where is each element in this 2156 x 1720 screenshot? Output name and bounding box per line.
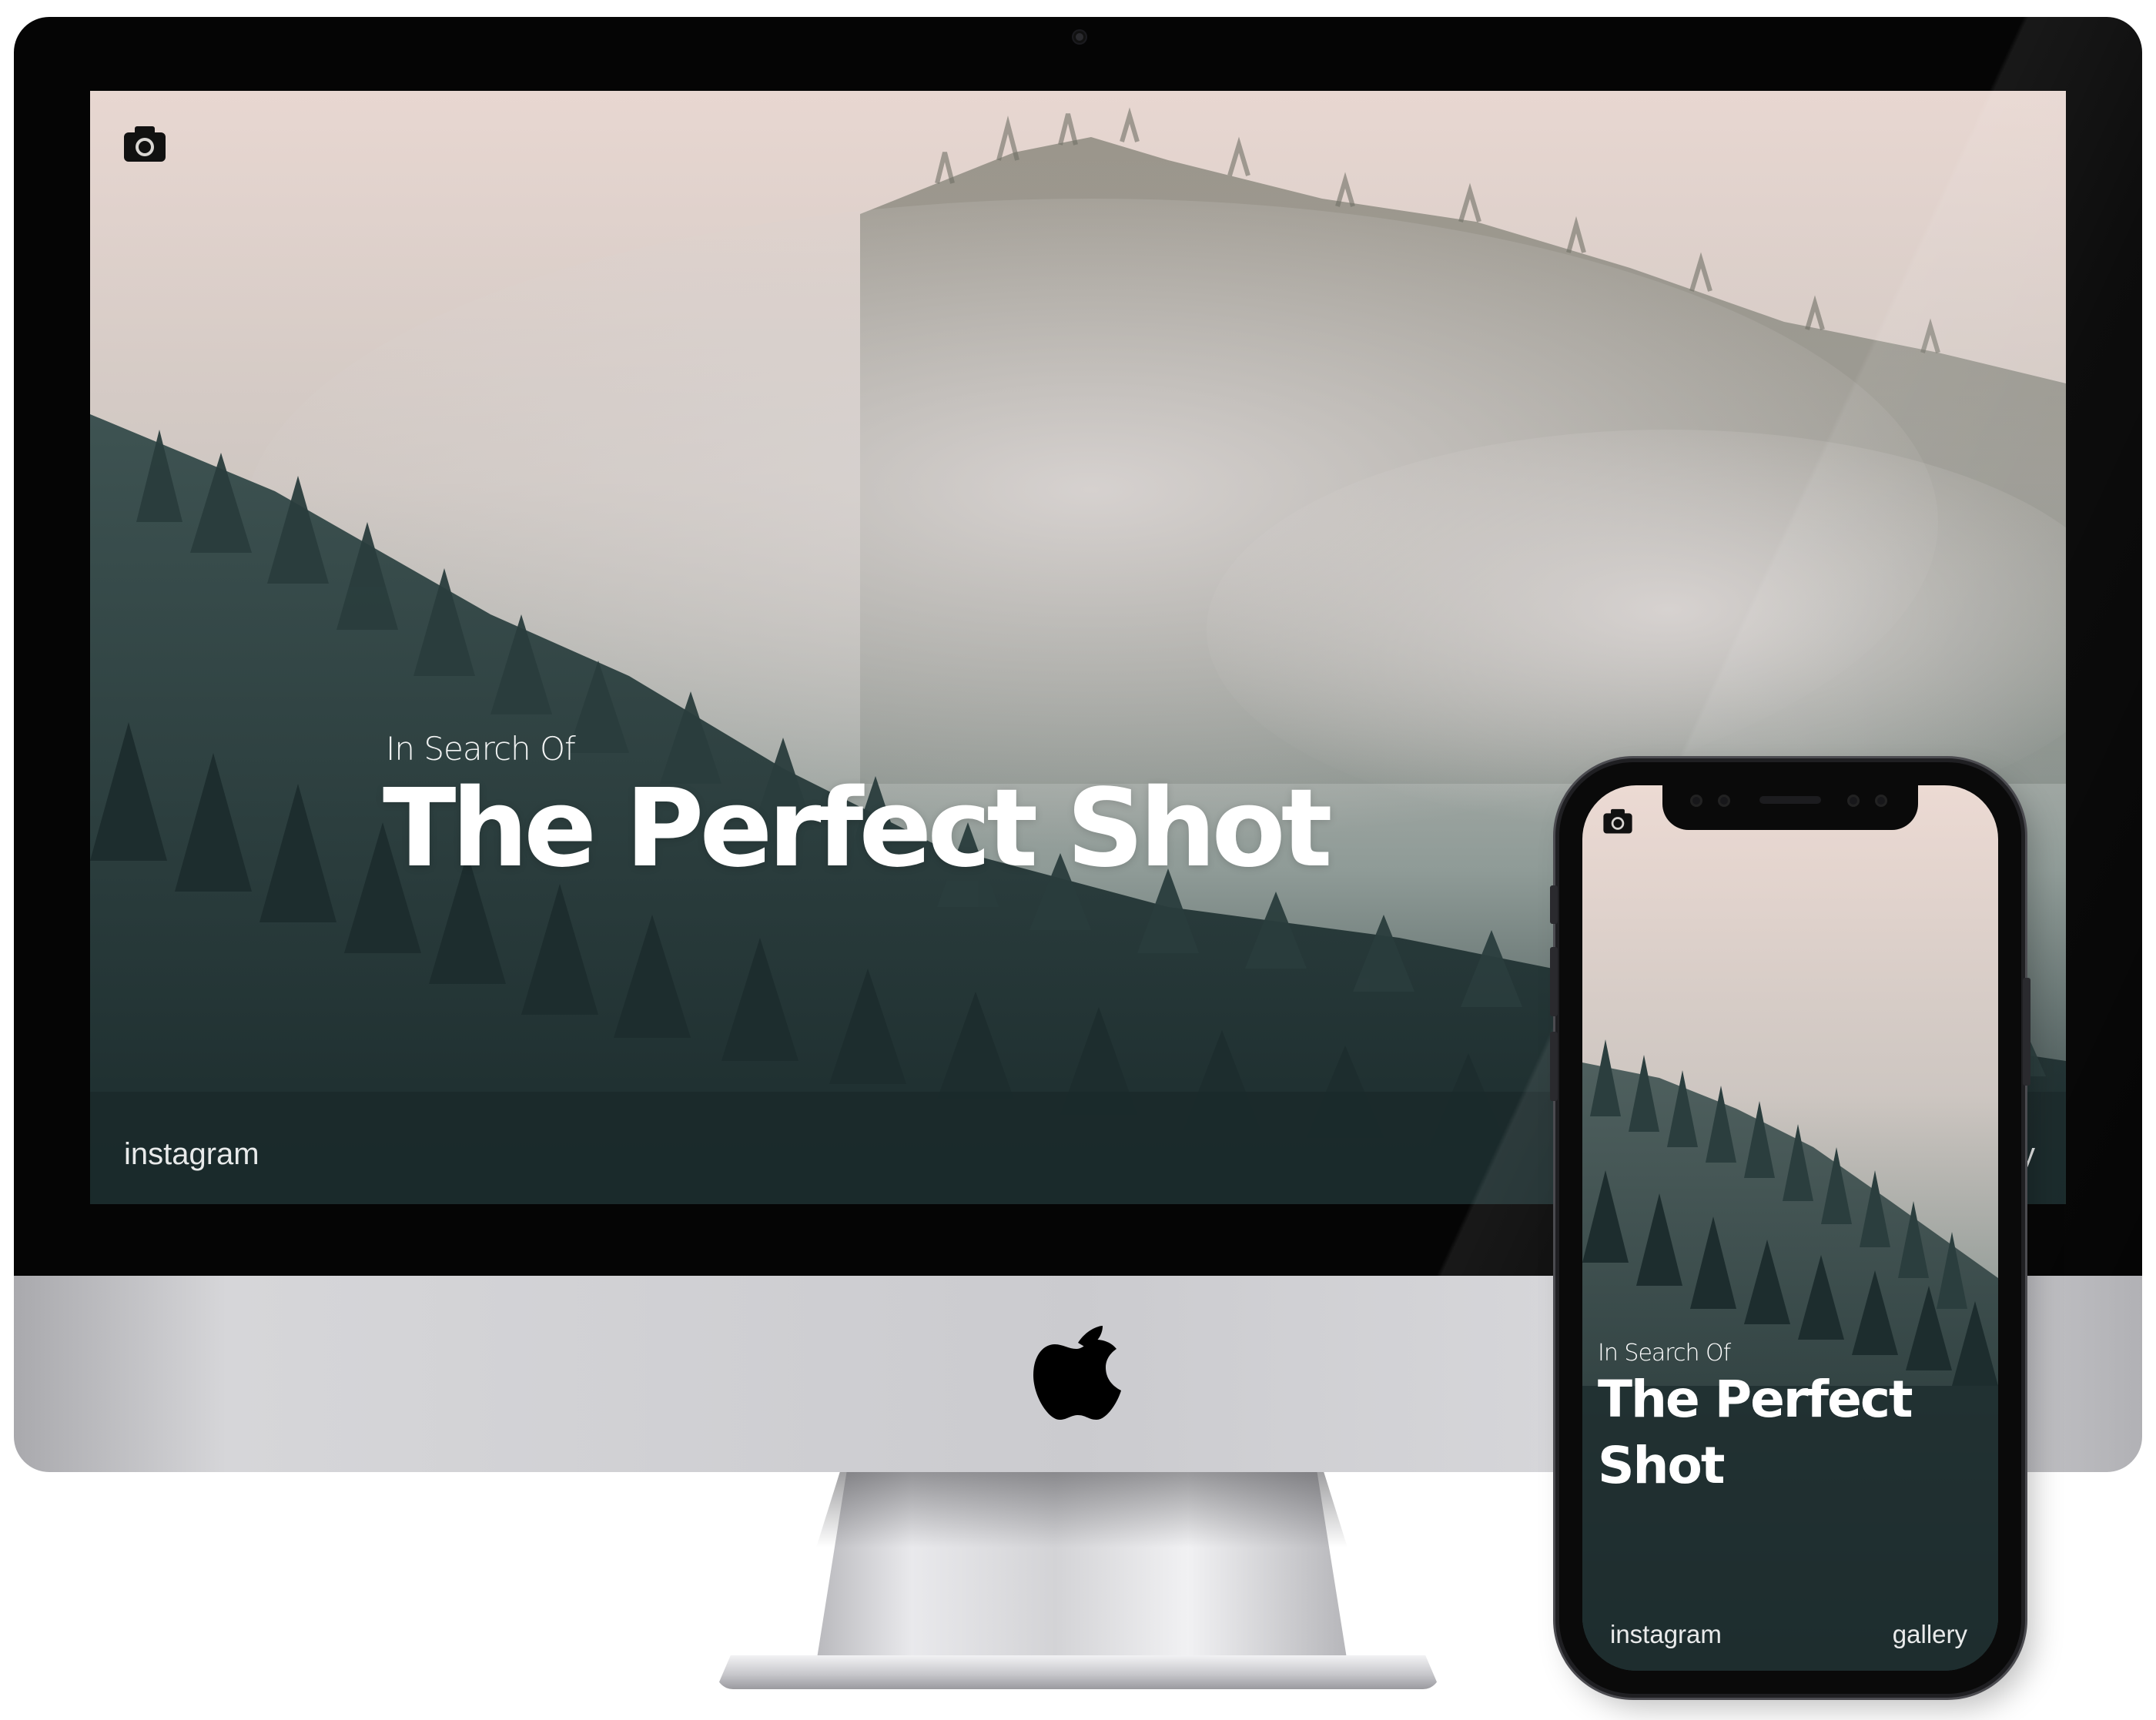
mobile-camera-icon[interactable]	[1602, 807, 1633, 835]
imac-stand-foot	[716, 1655, 1440, 1689]
mobile-forest-background-image	[1582, 785, 1998, 1671]
mobile-hero-title: The Perfect Shot	[1598, 1370, 1913, 1495]
phone-side-button	[1550, 885, 1558, 924]
imac-stand-shadow	[816, 1463, 1348, 1548]
device-mockup: In Search Of The Perfect Shot instagram …	[0, 0, 2156, 1720]
phone-face-sensor	[1847, 795, 1860, 807]
apple-logo-icon	[1033, 1326, 1121, 1420]
imac-camera	[1073, 31, 1086, 43]
hero: In Search Of The Perfect Shot	[383, 730, 1333, 892]
mobile-gallery-link[interactable]: gallery	[1893, 1620, 1967, 1649]
instagram-link[interactable]: instagram	[124, 1137, 259, 1172]
phone-speaker	[1759, 796, 1821, 804]
mobile-screen: In Search Of The Perfect Shot instagram …	[1582, 785, 1998, 1671]
phone-power-button	[2023, 978, 2030, 1086]
phone-sensor	[1718, 795, 1730, 807]
phone-volume-up-button	[1550, 947, 1558, 1016]
phone-notch	[1662, 785, 1918, 830]
phone-volume-down-button	[1550, 1032, 1558, 1101]
phone-front-camera	[1690, 795, 1702, 807]
mobile-instagram-link[interactable]: instagram	[1610, 1620, 1722, 1649]
hero-kicker: In Search Of	[386, 730, 576, 768]
mobile-hero-kicker: In Search Of	[1598, 1340, 1731, 1367]
hero-title: The Perfect Shot	[383, 766, 1333, 892]
phone-device: In Search Of The Perfect Shot instagram …	[1550, 762, 2030, 1694]
mobile-hero: In Search Of The Perfect Shot	[1598, 1340, 1983, 1499]
camera-icon[interactable]	[122, 123, 167, 163]
phone-proximity-sensor	[1875, 795, 1887, 807]
